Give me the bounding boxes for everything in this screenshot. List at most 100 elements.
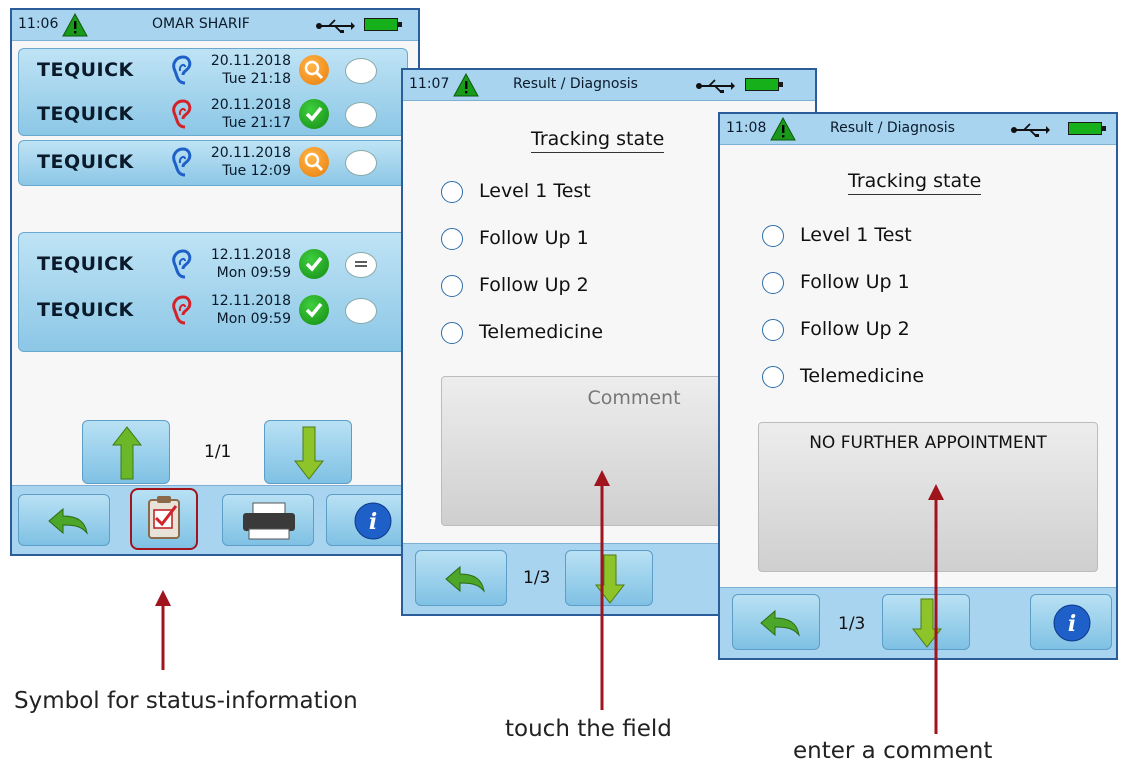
right-ear-icon — [172, 55, 192, 85]
page-indicator: 1/1 — [204, 442, 232, 462]
search-status-icon[interactable] — [299, 55, 329, 85]
back-button[interactable] — [415, 550, 507, 606]
battery-icon — [364, 18, 402, 31]
battery-icon — [1068, 122, 1106, 135]
status-bar: 11:06 OMAR SHARIF — [12, 10, 418, 41]
status-bar: 11:07 Result / Diagnosis — [403, 70, 815, 101]
radio-label: Telemedicine — [800, 365, 925, 387]
right-ear-icon — [172, 249, 192, 279]
info-icon: i — [1053, 604, 1091, 642]
radio-circle[interactable] — [762, 272, 784, 294]
radio-label: Follow Up 1 — [800, 271, 910, 293]
usb-icon — [316, 19, 355, 33]
annotation-arrow-enter — [928, 484, 944, 734]
device-screen-results-list: 11:06 OMAR SHARIF TEQUICK 20.11.2018 Tue … — [10, 8, 420, 556]
warning-icon — [770, 117, 796, 141]
clock: 11:06 — [18, 16, 59, 32]
radio-circle[interactable] — [441, 228, 463, 250]
radio-label: Telemedicine — [479, 321, 604, 343]
radio-label: Follow Up 1 — [479, 227, 589, 249]
tracking-state-heading: Tracking state — [848, 170, 982, 195]
warning-icon — [453, 73, 479, 97]
arrow-down-icon — [293, 426, 325, 480]
comment-text: NO FURTHER APPOINTMENT — [809, 433, 1047, 453]
check-status-icon[interactable] — [299, 99, 329, 129]
result-entry[interactable]: TEQUICK 20.11.2018 Tue 21:17 — [19, 93, 409, 137]
result-date: 20.11.2018 — [210, 97, 291, 113]
page-up-button[interactable] — [82, 420, 170, 484]
annotation-arrow-status — [155, 590, 171, 670]
warning-icon — [62, 13, 88, 37]
status-info-button[interactable] — [130, 488, 198, 550]
clock: 11:08 — [726, 120, 767, 136]
result-time: Tue 21:17 — [222, 115, 291, 131]
radio-label: Follow Up 2 — [800, 318, 910, 340]
result-group: TEQUICK 12.11.2018 Mon 09:59 TEQUICK 12.1… — [18, 232, 408, 352]
test-name: TEQUICK — [37, 299, 134, 321]
annotation-arrow-touch — [594, 470, 610, 710]
result-entry[interactable]: TEQUICK 20.11.2018 Tue 12:09 — [19, 141, 409, 185]
comment-bubble-icon[interactable] — [345, 102, 377, 128]
device-screen-tracking-state-filled: 11:08 Result / Diagnosis Tracking state … — [718, 112, 1118, 660]
comment-bubble-icon[interactable] — [345, 298, 377, 324]
result-date: 20.11.2018 — [210, 145, 291, 161]
comment-bubble-filled-icon[interactable] — [345, 252, 377, 278]
screen-title: Result / Diagnosis — [830, 120, 955, 136]
left-ear-icon — [172, 99, 192, 129]
result-entry[interactable]: TEQUICK 20.11.2018 Tue 21:18 — [19, 49, 409, 93]
radio-circle[interactable] — [441, 181, 463, 203]
print-button[interactable] — [222, 494, 314, 546]
battery-icon — [745, 78, 783, 91]
svg-text:i: i — [369, 509, 377, 535]
bottom-toolbar: i — [12, 485, 418, 554]
check-status-icon[interactable] — [299, 295, 329, 325]
check-status-icon[interactable] — [299, 249, 329, 279]
back-arrow-icon — [445, 565, 485, 593]
back-button[interactable] — [732, 594, 820, 650]
radio-circle[interactable] — [762, 319, 784, 341]
usb-icon — [696, 79, 735, 93]
caption-touch-field: touch the field — [505, 716, 672, 742]
result-entry[interactable]: TEQUICK 12.11.2018 Mon 09:59 — [19, 243, 409, 287]
info-button[interactable]: i — [1030, 594, 1112, 650]
page-indicator: 1/3 — [523, 568, 551, 588]
comment-bubble-icon[interactable] — [345, 58, 377, 84]
caption-enter-comment: enter a comment — [793, 738, 993, 764]
bottom-toolbar: 1/3 i — [720, 587, 1116, 658]
result-date: 20.11.2018 — [210, 53, 291, 69]
clipboard-check-icon — [148, 496, 180, 539]
test-name: TEQUICK — [37, 103, 134, 125]
result-date: 12.11.2018 — [210, 247, 291, 263]
radio-circle[interactable] — [762, 366, 784, 388]
radio-label: Follow Up 2 — [479, 274, 589, 296]
arrow-up-icon — [111, 426, 143, 480]
radio-label: Level 1 Test — [800, 224, 912, 246]
svg-text:i: i — [1068, 611, 1076, 637]
test-name: TEQUICK — [37, 59, 134, 81]
result-group: TEQUICK 20.11.2018 Tue 21:18 TEQUICK 20.1… — [18, 48, 408, 136]
comment-field[interactable]: Comment — [441, 376, 741, 526]
result-time: Tue 12:09 — [222, 163, 291, 179]
result-time: Mon 09:59 — [216, 265, 291, 281]
page-indicator: 1/3 — [838, 614, 866, 634]
radio-circle[interactable] — [762, 225, 784, 247]
printer-icon — [243, 502, 295, 540]
usb-icon — [1011, 123, 1050, 137]
radio-circle[interactable] — [441, 322, 463, 344]
clock: 11:07 — [409, 76, 450, 92]
result-time: Tue 21:18 — [222, 71, 291, 87]
comment-bubble-icon[interactable] — [345, 150, 377, 176]
result-entry[interactable]: TEQUICK 12.11.2018 Mon 09:59 — [19, 289, 409, 333]
radio-label: Level 1 Test — [479, 180, 591, 202]
comment-placeholder: Comment — [587, 387, 681, 409]
result-group: TEQUICK 20.11.2018 Tue 12:09 — [18, 140, 408, 186]
radio-circle[interactable] — [441, 275, 463, 297]
tracking-state-heading: Tracking state — [531, 128, 665, 153]
back-button[interactable] — [18, 494, 110, 546]
back-arrow-icon — [760, 609, 800, 637]
page-down-button[interactable] — [264, 420, 352, 484]
screen-title: Result / Diagnosis — [513, 76, 638, 92]
search-status-icon[interactable] — [299, 147, 329, 177]
right-ear-icon — [172, 147, 192, 177]
result-time: Mon 09:59 — [216, 311, 291, 327]
